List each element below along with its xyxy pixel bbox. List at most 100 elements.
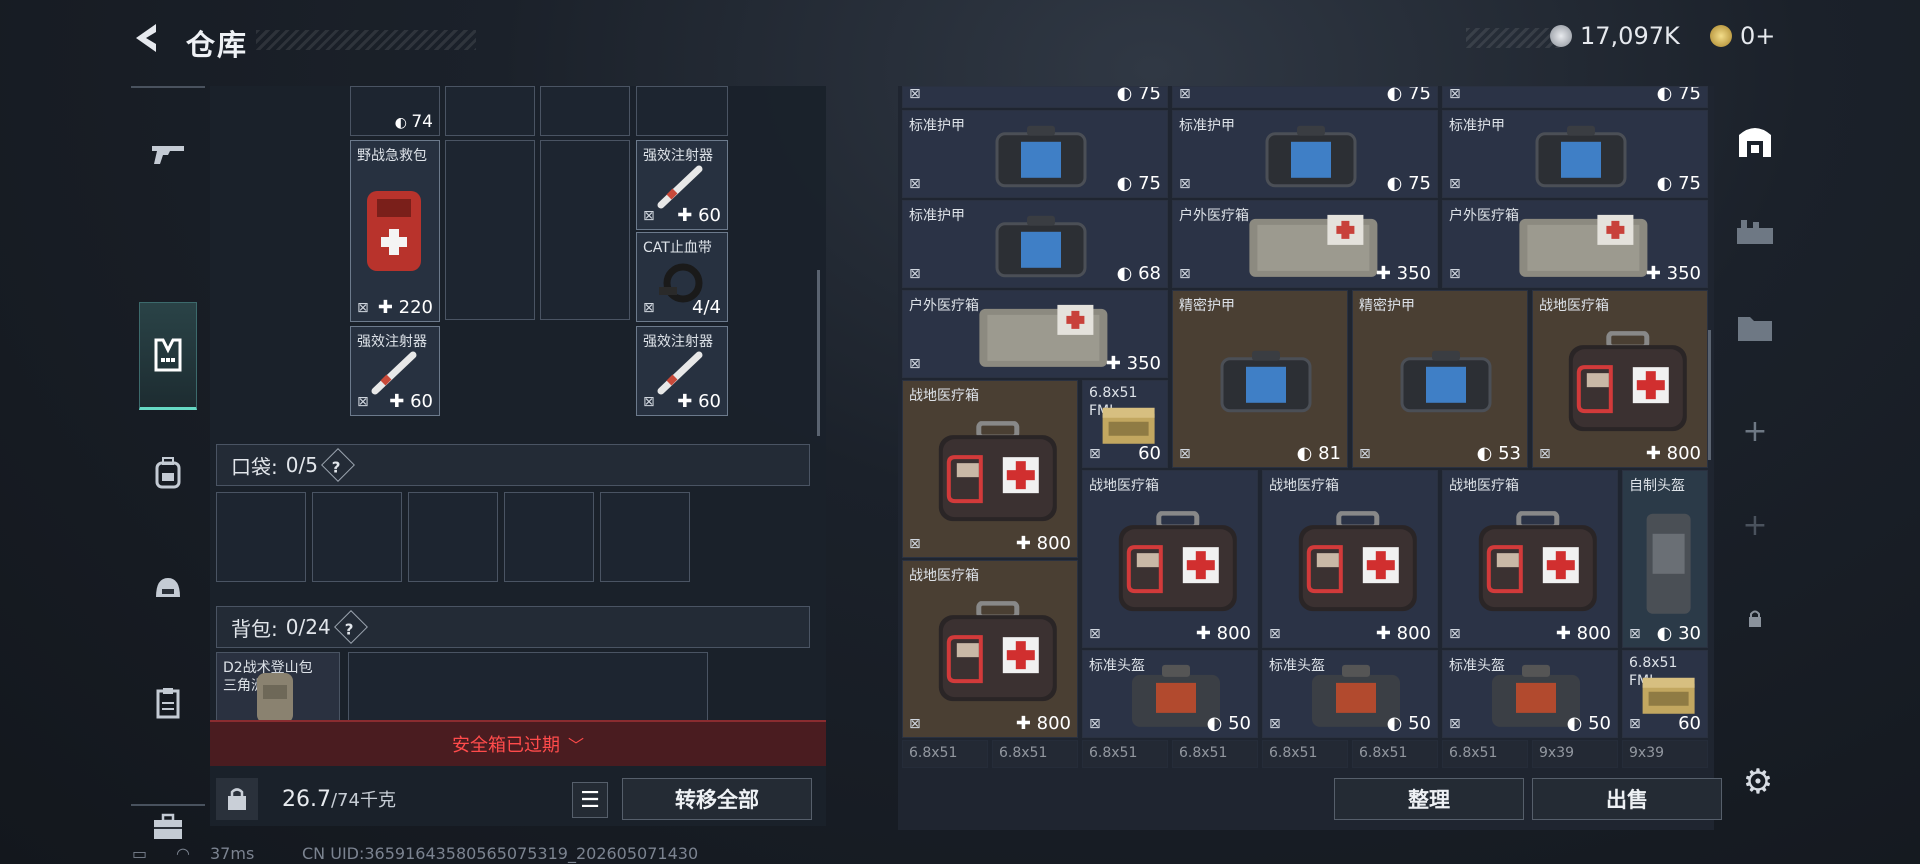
sell-button[interactable]: 出售 [1532,778,1722,820]
folder-icon [1738,317,1772,341]
standard-armor-item[interactable]: 标准护甲 ⊠ ◐ 75 [902,110,1168,198]
pocket-count: 0/5 [285,453,318,477]
nav-gun-rack[interactable] [1730,208,1780,258]
injector-item[interactable]: 强效注射器 ⊠ ✚ 60 [636,140,728,230]
ammo-item-partial[interactable]: 6.8x51 [1262,740,1348,768]
item-name: 战地医疗箱 [1539,298,1609,314]
add-storage-button[interactable]: + [1730,500,1780,550]
nav-supplies[interactable] [139,674,197,732]
pocket-slot[interactable] [408,492,498,582]
field-medkit-item[interactable]: 战地医疗箱 ⊠ ✚ 800 [1082,470,1258,648]
ammo-item[interactable]: 6.8x51 FMJ ⊠ 60 [1622,650,1708,738]
ammo-item[interactable]: 6.8x51 FMJ ⊠ 60 [1082,380,1168,468]
field-medkit-item[interactable]: 战地医疗箱 ⊠ ✚ 800 [1262,470,1438,648]
outdoor-medkit-item[interactable]: 户外医疗箱 ⊠ ✚ 350 [1172,200,1438,288]
item-value: ✚ 800 [1646,443,1701,464]
item-value: ◐ 50 [1567,713,1611,734]
armor-item-partial[interactable]: ⊠ ◐ 75 [1172,86,1438,108]
ammo-item-partial[interactable]: 6.8x51 [1082,740,1168,768]
outdoor-medkit-item[interactable]: 户外医疗箱 ⊠ ✚ 350 [1442,200,1708,288]
backpack-help-icon[interactable]: ? [333,610,368,644]
item-value-text: 350 [1126,353,1161,374]
item-value-text: 800 [1396,623,1431,644]
shield-icon: ◐ [1566,713,1589,734]
outdoor-medkit-item[interactable]: 户外医疗箱 ⊠ ✚ 350 [902,290,1168,378]
field-medkit-icon [933,421,1063,525]
gold-currency[interactable]: 0+ [1710,22,1775,50]
rig-slot[interactable] [540,86,630,136]
storage-icon [1739,128,1771,157]
add-storage-button[interactable]: + [1730,406,1780,456]
nav-folder[interactable] [1730,302,1780,352]
equipment-scrollbar[interactable] [817,270,820,436]
standard-armor-item[interactable]: 标准护甲 ⊠ ◐ 75 [1172,110,1438,198]
item-value: 60 [1678,713,1701,734]
pocket-slot[interactable] [600,492,690,582]
storage-scrollbar[interactable] [1708,330,1711,460]
standard-helmet-item[interactable]: 标准头盔 ⊠ ◐ 50 [1082,650,1258,738]
no-insure-icon: ⊠ [909,176,921,192]
rig-slot[interactable] [540,140,630,320]
pocket-slot[interactable] [504,492,594,582]
organize-button[interactable]: 整理 [1334,778,1524,820]
rig-slot[interactable] [445,140,535,320]
safe-box-expired-bar[interactable]: 安全箱已过期 ﹀ [210,720,826,766]
tourniquet-item[interactable]: CAT止血带 ⊠ 4/4 [636,232,728,322]
item-value: ◐ 81 [1297,443,1341,464]
armor-item-partial[interactable]: ⊠ ◐ 75 [902,86,1168,108]
locked-storage-button[interactable] [1730,594,1780,644]
injector-item[interactable]: 强效注射器 ⊠ ✚ 60 [350,326,440,416]
precision-armor-item[interactable]: 精密护甲 ⊠ ◐ 81 [1172,290,1348,468]
field-medkit-item[interactable]: 战地医疗箱 ⊠ ✚ 800 [902,560,1078,738]
armor-item-partial[interactable]: ⊠ ◐ 75 [1442,86,1708,108]
standard-helmet-item[interactable]: 标准头盔 ⊠ ◐ 50 [1442,650,1618,738]
nav-weapons[interactable] [139,124,197,182]
ammo-item-partial[interactable]: 9x39 [1532,740,1618,768]
field-medkit-item[interactable]: 战地医疗箱 ⊠ ✚ 800 [1532,290,1708,468]
standard-helmet-item[interactable]: 标准头盔 ⊠ ◐ 50 [1262,650,1438,738]
pocket-slot[interactable] [216,492,306,582]
precision-armor-item[interactable]: 精密护甲 ⊠ ◐ 53 [1352,290,1528,468]
no-insure-icon: ⊠ [643,208,655,224]
backpack-item[interactable]: D2战术登山包 三角洲 [216,652,340,722]
pocket-help-icon[interactable]: ? [320,448,355,482]
category-nav [131,86,205,839]
list-view-button[interactable]: ☰ [572,782,608,818]
back-button[interactable] [128,20,162,56]
no-insure-icon: ⊠ [1089,626,1101,642]
nav-backpack[interactable] [139,444,197,502]
pocket-slot[interactable] [312,492,402,582]
standard-armor-item[interactable]: 标准护甲 ⊠ ◐ 68 [902,200,1168,288]
nav-equipment[interactable] [139,302,197,410]
item-name: 标准护甲 [909,208,965,224]
nav-storage-main[interactable] [1730,116,1780,166]
no-insure-icon: ⊠ [909,86,921,102]
precision-armor-icon [1216,347,1316,417]
injector-item[interactable]: 强效注射器 ⊠ ✚ 60 [636,326,728,416]
rig-slot[interactable] [445,86,535,136]
rig-slot[interactable]: ◐ 74 [350,86,440,136]
nav-helmet[interactable] [139,560,197,618]
no-insure-icon: ⊠ [1179,86,1191,102]
ammo-item-partial[interactable]: 6.8x51 [992,740,1078,768]
item-value-text: 50 [1228,713,1251,734]
transfer-all-button[interactable]: 转移全部 [622,778,812,820]
first-aid-kit-item[interactable]: 野战急救包 ⊠ ✚ 220 [350,140,440,322]
shield-icon: ◐ [1116,173,1139,194]
backpack-grid[interactable] [348,652,708,722]
field-medkit-item[interactable]: 战地医疗箱 ⊠ ✚ 800 [1442,470,1618,648]
field-medkit-item[interactable]: 战地医疗箱 ⊠ ✚ 800 [902,380,1078,558]
homemade-helmet-item[interactable]: 自制头盔 ⊠ ◐ 30 [1622,470,1708,648]
ammo-item-partial[interactable]: 6.8x51 [1442,740,1528,768]
no-insure-icon: ⊠ [643,300,655,316]
ammo-item-partial[interactable]: 6.8x51 [1352,740,1438,768]
settings-button[interactable]: ⚙ [1738,762,1778,802]
weight-max: /74千克 [330,790,396,811]
weight-lock-button[interactable] [216,778,258,820]
ammo-item-partial[interactable]: 6.8x51 [1172,740,1258,768]
standard-armor-item[interactable]: 标准护甲 ⊠ ◐ 75 [1442,110,1708,198]
ammo-item-partial[interactable]: 6.8x51 [902,740,988,768]
shield-icon: ◐ [1116,86,1139,104]
ammo-item-partial[interactable]: 9x39 [1622,740,1708,768]
rig-slot[interactable] [636,86,728,136]
